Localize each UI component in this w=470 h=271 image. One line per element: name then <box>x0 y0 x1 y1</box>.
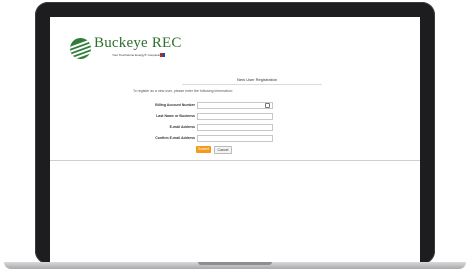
submit-button[interactable]: Submit <box>196 146 211 153</box>
last-name-label: Last Name or Business <box>156 114 195 118</box>
form-intro: To register as a new user, please enter … <box>133 89 233 93</box>
brand-name: Buckeye REC <box>94 35 182 51</box>
billing-account-label: Billing Account Number <box>155 103 195 107</box>
title-divider <box>182 84 322 85</box>
cancel-button[interactable]: Cancel <box>214 146 232 154</box>
browser-screen: Buckeye REC Your Touchstone Energy® Coop… <box>50 17 420 262</box>
form-row-email: E-mail Address <box>50 124 420 131</box>
touchstone-energy-icon <box>160 53 165 57</box>
last-name-input[interactable] <box>197 113 273 120</box>
brand-tagline: Your Touchstone Energy® Cooperative <box>112 53 164 57</box>
page-title: New User Registration <box>237 77 278 82</box>
confirm-email-input[interactable] <box>197 135 273 142</box>
info-icon[interactable] <box>265 103 270 108</box>
laptop-notch <box>198 262 272 265</box>
form-row-billing-account: Billing Account Number <box>50 102 420 109</box>
billing-account-input[interactable] <box>197 102 273 109</box>
form-row-confirm-email: Confirm E-mail Address <box>50 135 420 142</box>
email-input[interactable] <box>197 124 273 131</box>
brand-logo-icon <box>70 38 91 59</box>
email-label: E-mail Address <box>169 125 195 129</box>
content-divider <box>50 160 420 161</box>
form-row-last-name: Last Name or Business <box>50 113 420 120</box>
confirm-email-label: Confirm E-mail Address <box>155 136 195 140</box>
